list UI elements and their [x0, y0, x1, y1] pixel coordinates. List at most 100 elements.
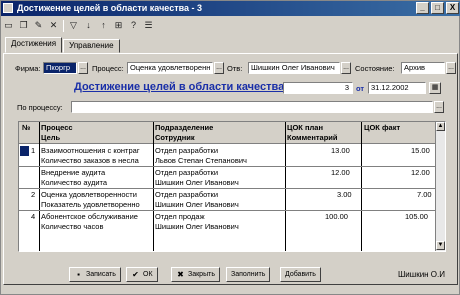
column-divider: [361, 122, 362, 251]
copy-icon[interactable]: ❐: [18, 20, 29, 31]
row-divider: [19, 166, 437, 167]
firm-label: Фирма:: [15, 64, 41, 73]
add-button[interactable]: Добавить: [280, 267, 321, 282]
row-2-employee[interactable]: Шишкин Олег Иванович: [155, 178, 239, 187]
tree-icon[interactable]: ⊞: [113, 20, 124, 31]
process-field[interactable]: Оценка удовлетворенн: [127, 62, 213, 74]
app-icon: [3, 3, 13, 13]
ok-button[interactable]: ✔ ОК: [126, 267, 158, 282]
row-2-fact[interactable]: 12.00: [411, 168, 430, 177]
header-plan[interactable]: ЦОК план: [287, 123, 323, 132]
sort-up-icon[interactable]: ↑: [98, 20, 109, 31]
maximize-button[interactable]: □: [431, 2, 444, 14]
list-icon[interactable]: ☰: [143, 20, 154, 31]
sort-down-icon[interactable]: ↓: [83, 20, 94, 31]
column-divider: [39, 122, 40, 251]
filter-icon[interactable]: ▽: [68, 20, 79, 31]
table-header: № Процесс Цель Подразделение Сотрудник Ц…: [19, 122, 437, 144]
write-button[interactable]: ▪ Записать: [69, 267, 121, 282]
goals-table[interactable]: № Процесс Цель Подразделение Сотрудник Ц…: [18, 121, 446, 252]
firm-field[interactable]: Пкоргр: [43, 62, 77, 74]
row-3-department[interactable]: Отдел разработки: [155, 190, 218, 199]
row-4-process[interactable]: Абонентское обслуживание: [41, 212, 152, 221]
row-1-process[interactable]: Взаимоотношения с контраг: [41, 146, 152, 155]
header-num[interactable]: №: [22, 123, 30, 132]
tab-achievements[interactable]: Достижения: [5, 37, 63, 53]
row-4-plan[interactable]: 100.00: [325, 212, 348, 221]
row-divider: [19, 188, 437, 189]
header-process[interactable]: Процесс: [41, 123, 73, 132]
row-3-process[interactable]: Оценка удовлетворенности: [41, 190, 152, 199]
header-employee[interactable]: Сотрудник: [155, 133, 195, 142]
responsible-field[interactable]: Шишкин Олег Иванович: [248, 62, 340, 74]
help-icon[interactable]: ?: [128, 20, 139, 31]
responsible-label: Отв:: [227, 64, 243, 73]
row-1-employee[interactable]: Львов Степан Степанович: [155, 156, 247, 165]
tab-management[interactable]: Управление: [63, 39, 120, 53]
row-3-plan[interactable]: 3.00: [337, 190, 352, 199]
cross-icon: ✖: [177, 270, 184, 279]
responsible-select-button[interactable]: ...: [341, 62, 351, 74]
row-3-num: 2: [31, 190, 36, 199]
status-select-button[interactable]: ...: [446, 62, 456, 74]
status-label: Состояние:: [355, 64, 395, 73]
firm-select-button[interactable]: ...: [78, 62, 88, 74]
row-3-employee[interactable]: Шишкин Олег Иванович: [155, 200, 239, 209]
title-bar: Достижение целей в области качества - 3 …: [1, 1, 460, 16]
row-1-goal[interactable]: Количество заказов в несла: [41, 156, 152, 165]
toolbar-separator: [63, 19, 64, 32]
row-4-fact[interactable]: 105.00: [405, 212, 428, 221]
scroll-up-icon[interactable]: ▲: [436, 122, 445, 131]
row-2-plan[interactable]: 12.00: [331, 168, 350, 177]
fill-button[interactable]: Заполнить: [226, 267, 271, 282]
row-4-goal[interactable]: Количество часов: [41, 222, 152, 231]
header-department[interactable]: Подразделение: [155, 123, 213, 132]
row-2-process[interactable]: Внедрение аудита: [41, 168, 152, 177]
row-divider: [19, 210, 437, 211]
checkmark-icon: ✔: [132, 270, 139, 279]
date-field[interactable]: 31.12.2002: [368, 82, 426, 94]
row-1-num: 1: [31, 146, 36, 155]
ok-button-label: ОК: [143, 271, 153, 278]
fill-button-label: Заполнить: [231, 271, 266, 278]
column-divider: [153, 122, 154, 251]
minimize-button[interactable]: _: [416, 2, 429, 14]
current-user: Шишкин О.И: [397, 270, 445, 279]
process-select-button[interactable]: ...: [214, 62, 224, 74]
status-field[interactable]: Архив: [401, 62, 445, 74]
header-fact[interactable]: ЦОК факт: [364, 123, 400, 132]
toolbar: ▭ ❐ ✎ ✕ ▽ ↓ ↑ ⊞ ? ☰: [3, 18, 154, 33]
row-1-fact[interactable]: 15.00: [411, 146, 430, 155]
delete-icon[interactable]: ✕: [48, 20, 59, 31]
by-process-select-button[interactable]: ...: [434, 101, 444, 113]
close-button[interactable]: ✖ Закрыть: [171, 267, 220, 282]
by-process-label: По процессу:: [17, 103, 63, 112]
add-button-label: Добавить: [285, 271, 316, 278]
close-window-button[interactable]: X: [446, 2, 459, 14]
edit-icon[interactable]: ✎: [33, 20, 44, 31]
row-selector[interactable]: [20, 146, 29, 156]
close-button-label: Закрыть: [188, 271, 215, 278]
row-1-plan[interactable]: 13.00: [331, 146, 350, 155]
row-3-fact[interactable]: 7.00: [417, 190, 432, 199]
vertical-scrollbar[interactable]: ▲ ▼: [435, 122, 445, 251]
row-2-department[interactable]: Отдел разработки: [155, 168, 218, 177]
new-icon[interactable]: ▭: [3, 20, 14, 31]
row-2-goal[interactable]: Количество аудита: [41, 178, 152, 187]
window-title: Достижение целей в области качества - 3: [17, 3, 203, 13]
row-3-goal[interactable]: Показатель удовлетворенно: [41, 200, 152, 209]
by-process-field[interactable]: [71, 101, 433, 113]
doc-number-field[interactable]: 3: [283, 82, 353, 94]
scroll-down-icon[interactable]: ▼: [436, 241, 445, 250]
row-4-num: 4: [31, 212, 36, 221]
header-goal[interactable]: Цель: [41, 133, 60, 142]
row-4-employee[interactable]: Шишкин Олег Иванович: [155, 222, 239, 231]
row-1-department[interactable]: Отдел разработки: [155, 146, 218, 155]
document-window: Достижение целей в области качества - 3 …: [0, 0, 460, 295]
date-label: от: [356, 84, 365, 93]
process-label: Процесс:: [92, 64, 124, 73]
row-4-department[interactable]: Отдел продаж: [155, 212, 205, 221]
header-comment[interactable]: Комментарий: [287, 133, 338, 142]
calendar-icon[interactable]: ▦: [429, 82, 441, 94]
tab-strip: Достижения Управление: [5, 37, 121, 53]
